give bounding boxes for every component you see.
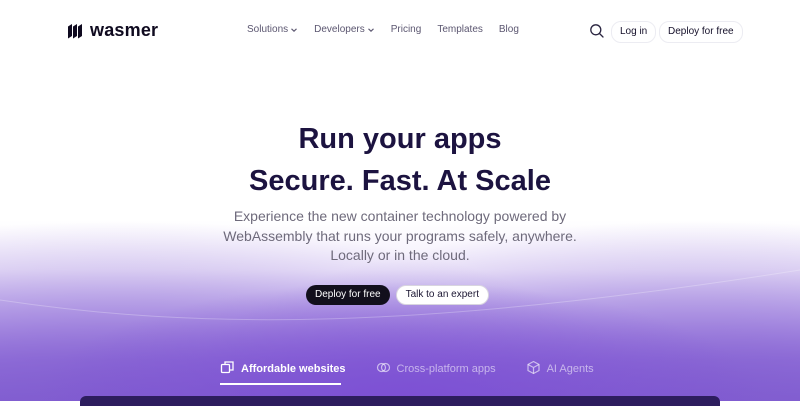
use-case-tabs: Affordable websites Cross-platform apps …: [220, 360, 594, 378]
tab-cross-platform-apps[interactable]: Cross-platform apps: [376, 360, 496, 378]
hero-title-line-2: Secure. Fast. At Scale: [249, 165, 551, 197]
active-tab-indicator: [220, 383, 341, 385]
tab-ai-agents-label: AI Agents: [546, 363, 594, 375]
hero-cta-row: Deploy for free Talk to an expert: [306, 285, 489, 305]
talk-to-expert-button[interactable]: Talk to an expert: [395, 285, 489, 305]
tab-cross-platform-apps-label: Cross-platform apps: [396, 363, 496, 375]
deploy-for-free-button[interactable]: Deploy for free: [306, 285, 390, 305]
nav-solutions-label: Solutions: [247, 24, 289, 35]
hero-subtitle-line-2: WebAssembly that runs your programs safe…: [223, 227, 577, 244]
tab-ai-agents[interactable]: AI Agents: [526, 360, 594, 378]
preview-card-edge: [80, 396, 720, 406]
nav-templates[interactable]: Templates: [437, 24, 483, 35]
wasmer-logo-icon: [66, 22, 84, 40]
nav-blog-label: Blog: [498, 24, 519, 35]
top-navigation: wasmer Solutions Developers Pricing Temp…: [0, 0, 800, 62]
nav-pricing-label: Pricing: [390, 24, 422, 35]
nav-solutions[interactable]: Solutions: [247, 24, 298, 35]
nav-developers[interactable]: Developers: [314, 24, 375, 35]
copy-icon: [220, 360, 235, 378]
hero-subtitle: Experience the new container technology …: [0, 207, 800, 266]
chevron-down-icon: [367, 26, 375, 34]
hero-subtitle-line-3: Locally or in the cloud.: [330, 247, 470, 263]
search-icon[interactable]: [589, 23, 605, 39]
overlap-circles-icon: [376, 360, 391, 378]
hero-title: Run your apps Secure. Fast. At Scale: [0, 118, 800, 202]
tab-affordable-websites[interactable]: Affordable websites: [220, 360, 346, 378]
deploy-for-free-nav-button[interactable]: Deploy for free: [659, 21, 743, 43]
nav-pricing[interactable]: Pricing: [391, 24, 422, 35]
wasmer-logo[interactable]: wasmer: [66, 20, 158, 41]
login-button[interactable]: Log in: [611, 21, 657, 43]
hero-title-line-1: Run your apps: [298, 123, 502, 155]
nav-blog[interactable]: Blog: [499, 24, 519, 35]
tab-affordable-websites-label: Affordable websites: [241, 363, 346, 375]
nav-templates-label: Templates: [437, 24, 483, 35]
chevron-down-icon: [290, 26, 298, 34]
brand-name: wasmer: [90, 20, 159, 40]
main-nav: Solutions Developers Pricing Templates B…: [247, 24, 519, 35]
hero-subtitle-line-1: Experience the new container technology …: [233, 208, 567, 224]
cube-icon: [526, 360, 541, 378]
nav-developers-label: Developers: [314, 24, 365, 35]
